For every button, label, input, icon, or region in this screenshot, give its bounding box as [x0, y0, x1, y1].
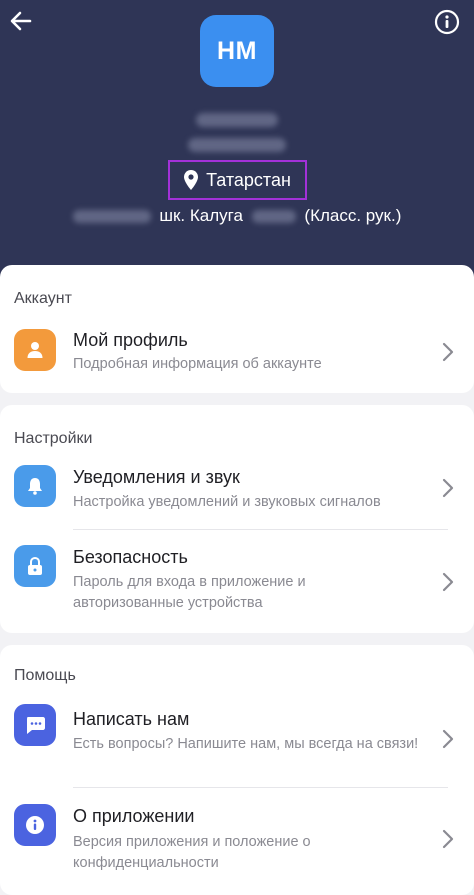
- security-row[interactable]: Безопасность Пароль для входа в приложен…: [0, 540, 474, 620]
- security-icon-badge: [14, 545, 56, 587]
- contact-us-subtitle: Есть вопросы? Напишите нам, мы всегда на…: [73, 736, 419, 752]
- lock-icon: [28, 556, 42, 575]
- about-icon-badge: [14, 804, 56, 846]
- settings-card: Настройки Уведомления и звук Настройка у…: [0, 405, 474, 633]
- notifications-row[interactable]: Уведомления и звук Настройка уведомлений…: [0, 463, 474, 525]
- divider: [73, 787, 448, 788]
- chat-bubble-icon: [27, 717, 45, 734]
- chevron-right-icon: [442, 342, 454, 362]
- security-subtitle: Пароль для входа в приложение и авторизо…: [73, 574, 306, 611]
- school-text: шк. Калуга: [159, 206, 243, 225]
- account-card: Аккаунт Мой профиль Подробная информация…: [0, 265, 474, 393]
- section-title-account: Аккаунт: [14, 290, 72, 307]
- profile-header: НМ Татарстан шк. Калуга (Класс. рук.): [0, 0, 474, 280]
- my-profile-row[interactable]: Мой профиль Подробная информация об акка…: [0, 323, 474, 383]
- info-circle-icon: [26, 816, 44, 834]
- school-info: шк. Калуга (Класс. рук.): [0, 206, 474, 226]
- notifications-icon-badge: [14, 465, 56, 507]
- region-highlight: Татарстан: [168, 160, 307, 200]
- about-app-row[interactable]: О приложении Версия приложения и положен…: [0, 797, 474, 877]
- info-icon[interactable]: [434, 9, 460, 35]
- user-first-name-redacted: [196, 113, 278, 127]
- bell-icon: [28, 478, 42, 495]
- contact-us-row[interactable]: Написать нам Есть вопросы? Напишите нам,…: [0, 700, 474, 780]
- about-app-title: О приложении: [73, 806, 195, 826]
- contact-icon-badge: [14, 704, 56, 746]
- divider: [73, 529, 448, 530]
- security-title: Безопасность: [73, 547, 188, 567]
- notifications-title: Уведомления и звук: [73, 467, 240, 487]
- avatar-initials: НМ: [217, 36, 257, 65]
- chevron-right-icon: [442, 829, 454, 849]
- my-profile-subtitle: Подробная информация об аккаунте: [73, 356, 322, 372]
- role-text: (Класс. рук.): [304, 206, 402, 225]
- back-arrow-icon[interactable]: [8, 8, 34, 34]
- profile-icon-badge: [14, 329, 56, 371]
- chevron-right-icon: [442, 478, 454, 498]
- chevron-right-icon: [442, 572, 454, 592]
- school-number-redacted: [72, 210, 151, 224]
- section-title-settings: Настройки: [14, 430, 93, 447]
- class-redacted: [251, 210, 296, 224]
- chevron-right-icon: [442, 729, 454, 749]
- my-profile-title: Мой профиль: [73, 330, 188, 350]
- avatar: НМ: [200, 15, 274, 87]
- section-title-help: Помощь: [14, 667, 76, 684]
- help-card: Помощь Написать нам Есть вопросы? Напиши…: [0, 645, 474, 895]
- region-label: Татарстан: [206, 169, 291, 190]
- contact-us-title: Написать нам: [73, 709, 190, 729]
- notifications-subtitle: Настройка уведомлений и звуковых сигнало…: [73, 494, 381, 510]
- location-pin-icon: [184, 170, 199, 190]
- about-app-subtitle: Версия приложения и положение о конфиден…: [73, 834, 311, 871]
- user-last-name-redacted: [188, 138, 286, 152]
- person-icon: [27, 342, 43, 358]
